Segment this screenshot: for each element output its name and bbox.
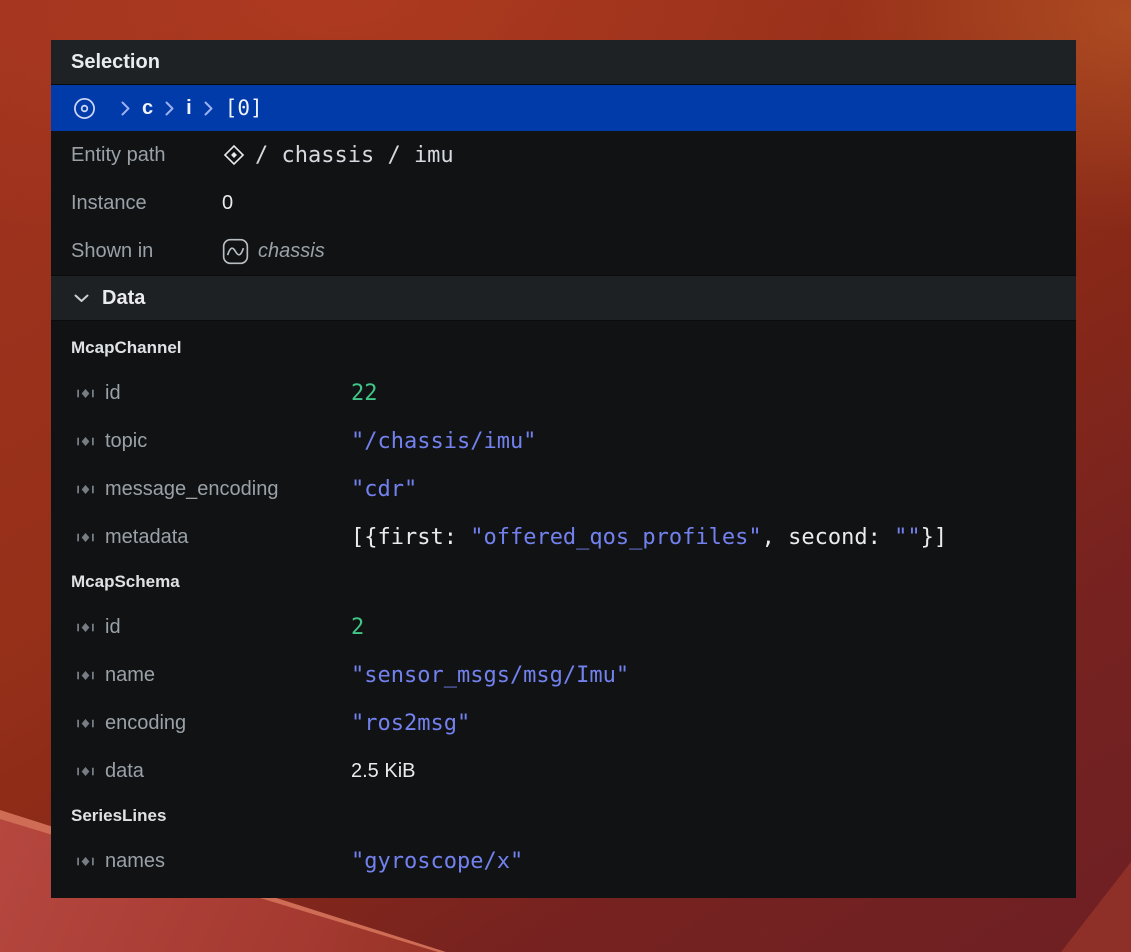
selection-panel-titlebar: Selection [51, 40, 1076, 85]
component-icon [76, 434, 95, 449]
component-label: topic [105, 430, 147, 453]
instance-row: Instance 0 [51, 179, 1076, 227]
component-value: "gyroscope/x" [351, 849, 523, 874]
component-value: "ros2msg" [351, 711, 470, 736]
shown-in-view-link[interactable]: chassis [258, 240, 325, 263]
component-value: 2.5 KiB [351, 760, 415, 783]
component-icon [76, 482, 95, 497]
component-value: [{first: "offered_qos_profiles", second:… [351, 525, 947, 550]
component-label: names [105, 850, 165, 873]
shown-in-label: Shown in [71, 240, 153, 263]
breadcrumb-item-c[interactable]: c [142, 97, 153, 120]
chevron-right-icon [121, 101, 130, 116]
component-label: metadata [105, 526, 188, 549]
component-label: message_encoding [105, 478, 278, 501]
group-title-serieslines: SeriesLines [51, 795, 1076, 837]
component-label: name [105, 664, 155, 687]
component-value: 22 [351, 381, 378, 406]
entity-path-value[interactable]: / chassis / imu [255, 143, 454, 168]
component-icon [76, 854, 95, 869]
chevron-right-icon [165, 101, 174, 116]
component-row-topic[interactable]: topic "/chassis/imu" [51, 417, 1076, 465]
breadcrumb-item-i[interactable]: i [186, 97, 192, 120]
entity-path-label: Entity path [71, 144, 166, 167]
component-icon [76, 668, 95, 683]
component-row-names[interactable]: names "gyroscope/x" [51, 837, 1076, 885]
entity-path-row: Entity path / chassis / imu [51, 131, 1076, 179]
component-icon [76, 764, 95, 779]
timeseries-view-icon [222, 238, 249, 265]
group-title-mcapchannel: McapChannel [51, 327, 1076, 369]
component-icon [76, 386, 95, 401]
component-label: id [105, 382, 121, 405]
panel-title: Selection [71, 51, 160, 74]
instance-value: 0 [222, 192, 233, 215]
component-value: 2 [351, 615, 364, 640]
component-row-schema-data[interactable]: data 2.5 KiB [51, 747, 1076, 795]
component-label: id [105, 616, 121, 639]
component-row-message-encoding[interactable]: message_encoding "cdr" [51, 465, 1076, 513]
component-row-metadata[interactable]: metadata [{first: "offered_qos_profiles"… [51, 513, 1076, 561]
data-content: McapChannel id 22 topic "/chassis/imu" [51, 321, 1076, 898]
component-row-schema-id[interactable]: id 2 [51, 603, 1076, 651]
selection-panel: Selection c i [0] Ent [51, 40, 1076, 898]
component-icon [76, 530, 95, 545]
chevron-right-icon [204, 101, 213, 116]
component-icon [76, 620, 95, 635]
component-row-id[interactable]: id 22 [51, 369, 1076, 417]
chevron-down-icon [74, 294, 89, 303]
component-value: "cdr" [351, 477, 417, 502]
instance-label: Instance [71, 192, 147, 215]
group-title-mcapschema: McapSchema [51, 561, 1076, 603]
desktop-screen: Selection c i [0] Ent [0, 0, 1131, 952]
component-row-schema-name[interactable]: name "sensor_msgs/msg/Imu" [51, 651, 1076, 699]
component-value: "/chassis/imu" [351, 429, 536, 454]
breadcrumb-item-instance[interactable]: [0] [225, 96, 263, 120]
component-label: data [105, 760, 144, 783]
component-value: "sensor_msgs/msg/Imu" [351, 663, 629, 688]
component-row-schema-encoding[interactable]: encoding "ros2msg" [51, 699, 1076, 747]
shown-in-row: Shown in chassis [51, 227, 1076, 275]
data-section-header[interactable]: Data [51, 275, 1076, 321]
breadcrumb: c i [0] [51, 85, 1076, 131]
entity-diamond-icon [222, 143, 246, 167]
component-label: encoding [105, 712, 186, 735]
origin-target-icon[interactable] [72, 96, 97, 121]
component-icon [76, 716, 95, 731]
data-section-title: Data [102, 287, 145, 310]
